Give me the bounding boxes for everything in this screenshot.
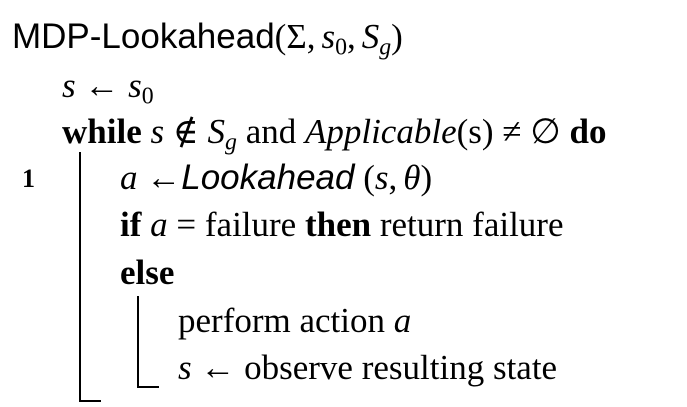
- keyword-while: while: [62, 112, 142, 151]
- observe-line: s ← observe resulting state: [178, 348, 558, 387]
- algorithm-header: MDP-Lookahead(Σ, s0, Sg): [12, 17, 403, 61]
- keyword-if: if: [120, 205, 142, 244]
- algorithm-figure: { "header": { "name": "MDP-Lookahead", "…: [0, 0, 687, 407]
- else-block-end: [137, 386, 159, 388]
- sigma-symbol: Σ: [286, 17, 307, 56]
- init-line: s ← s0: [62, 66, 154, 110]
- else-block-rule: [137, 296, 139, 388]
- line-number: 1: [22, 164, 35, 193]
- while-block-end: [79, 400, 101, 402]
- keyword-then: then: [304, 205, 372, 244]
- lookahead-line: a ←Lookahead (s, θ): [120, 158, 433, 197]
- keyword-do: do: [569, 112, 607, 151]
- algorithm-name: MDP-Lookahead: [12, 17, 275, 56]
- else-line: else: [120, 253, 174, 293]
- perform-line: perform action a: [178, 301, 412, 340]
- if-line: if a = failure then return failure: [120, 205, 564, 244]
- keyword-else: else: [120, 253, 175, 292]
- lookahead-call: Lookahead: [181, 158, 355, 197]
- while-block-rule: [79, 152, 81, 402]
- assign-arrow: ←: [84, 66, 120, 105]
- while-line: while s ∉ Sg and Applicable(s) ≠ ∅ do: [62, 112, 607, 156]
